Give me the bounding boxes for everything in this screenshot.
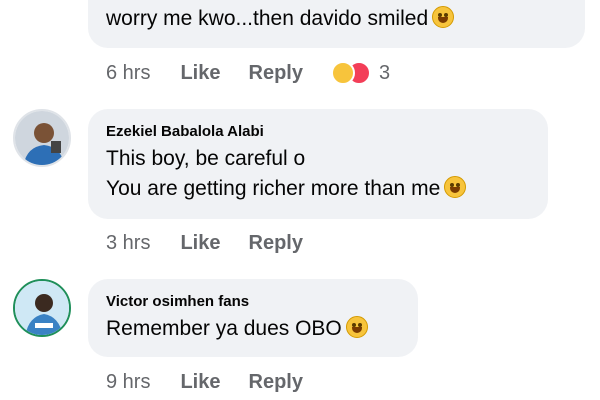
comment-text-line: Remember ya dues OBO xyxy=(106,314,418,344)
like-button[interactable]: Like xyxy=(180,62,220,85)
comment-text-line: You are getting richer more than me xyxy=(106,174,548,204)
comment-meta-2: 3 hrs Like Reply xyxy=(106,232,331,255)
comment-bubble-2: Ezekiel Babalola Alabi This boy, be care… xyxy=(88,109,548,219)
like-button[interactable]: Like xyxy=(180,371,220,394)
comment-author[interactable]: Victor osimhen fans xyxy=(106,293,418,310)
comment-bubble-1: worry me kwo...then davido smiled xyxy=(88,0,585,48)
reply-button[interactable]: Reply xyxy=(249,371,303,394)
comment-meta-1: 6 hrs Like Reply 3 xyxy=(106,61,390,85)
comment-timestamp[interactable]: 9 hrs xyxy=(106,371,150,394)
haha-reaction-icon xyxy=(330,61,355,85)
like-button[interactable]: Like xyxy=(180,232,220,255)
comment-timestamp[interactable]: 6 hrs xyxy=(106,62,150,85)
avatar[interactable] xyxy=(13,279,71,337)
comment-bubble-3: Victor osimhen fans Remember ya dues OBO xyxy=(88,279,418,357)
avatar[interactable] xyxy=(13,109,71,167)
comment-timestamp[interactable]: 3 hrs xyxy=(106,232,150,255)
reply-button[interactable]: Reply xyxy=(249,62,303,85)
comment-text-line: This boy, be careful o xyxy=(106,147,306,170)
laughing-tears-emoji xyxy=(444,176,467,198)
tears-of-joy-emoji xyxy=(345,316,368,338)
reaction-count: 3 xyxy=(378,61,391,84)
comment-meta-3: 9 hrs Like Reply xyxy=(106,371,331,394)
grinning-face-emoji xyxy=(432,6,455,28)
reply-button[interactable]: Reply xyxy=(249,232,303,255)
comment-text-line: worry me kwo...then davido smiled xyxy=(106,4,585,34)
comment-author[interactable]: Ezekiel Babalola Alabi xyxy=(106,123,548,140)
reaction-summary[interactable]: 3 xyxy=(330,61,391,85)
